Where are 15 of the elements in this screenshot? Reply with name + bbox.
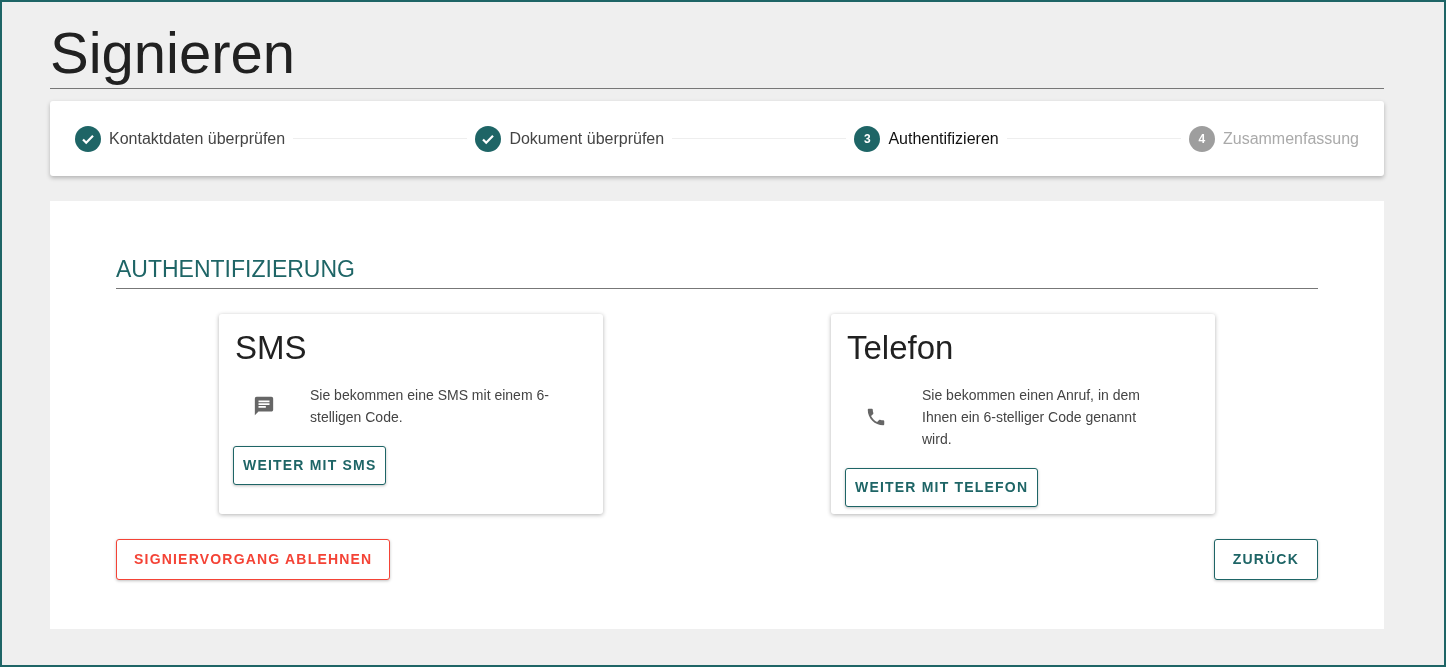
card-title: Telefon [847,330,954,367]
back-button[interactable]: ZURÜCK [1213,539,1318,581]
step-label: Kontaktdaten überprüfen [109,128,286,149]
card-description: Sie bekommen eine SMS mit einem 6-stelligen Code. [310,386,550,428]
step-number: 4 [1188,125,1215,152]
section-heading: AUTHENTIFIZIERUNG [116,256,355,284]
step-label: Dokument überprüfen [509,128,665,149]
decline-button[interactable]: SIGNIERVORGANG ABLEHNEN [116,539,391,581]
step-label: Authentifizieren [888,128,999,149]
step-label: Zusammenfassung [1222,128,1359,149]
continue-button[interactable]: WEITER MIT TELEFON [845,468,1039,508]
card-description: Sie bekommen einen Anruf, in dem Ihnen ein 6-stelliger Code genannt wird. [922,386,1141,450]
continue-button[interactable]: WEITER MIT SMS [233,446,387,486]
card-title: SMS [235,330,307,367]
step-number: 3 [854,125,881,152]
